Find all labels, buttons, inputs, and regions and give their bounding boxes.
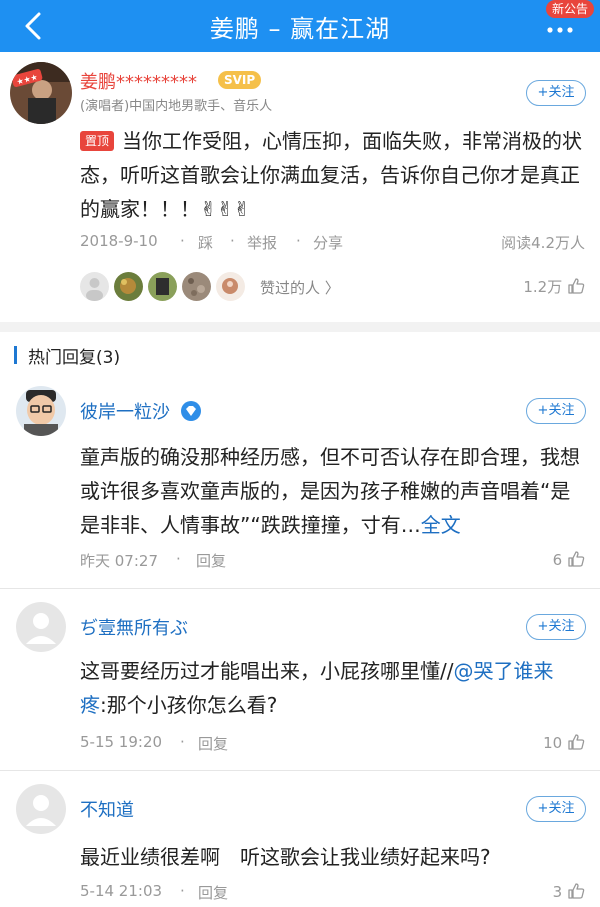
reply-button[interactable]: 回复 [196, 550, 226, 571]
hot-replies-header: 热门回复(3) [0, 340, 600, 370]
reply-meta: 昨天 07:27 · 回复 6 [80, 550, 585, 572]
reply-author-name[interactable]: 不知道 [80, 796, 134, 822]
separator-dot: · [230, 232, 235, 250]
author-description: (演唱者)中国内地男歌手、音乐人 [80, 99, 273, 114]
liker-avatar[interactable] [114, 272, 143, 301]
liker-avatar[interactable] [182, 272, 211, 301]
separator-dot: · [180, 232, 185, 250]
reply-like-count[interactable]: 3 [553, 882, 585, 901]
follow-button[interactable]: +关注 [526, 614, 586, 640]
reply-avatar[interactable] [16, 784, 66, 834]
reply-separator [0, 770, 600, 771]
top-nav-bar: 姜鹏 – 赢在江湖 新公告 [0, 0, 600, 52]
reply-text: 这哥要经历过才能唱出来，小屁孩哪里懂//@哭了谁来疼:那个小孩你怎么看? [80, 659, 554, 717]
reply-text: 童声版的确没那种经历感，但不可否认存在即合理，我想或许很多喜欢童声版的，是因为孩… [80, 445, 580, 537]
separator-dot: · [180, 882, 185, 900]
main-post: ★★★ 姜鹏********* SVIP (演唱者)中国内地男歌手、音乐人 +关… [0, 52, 600, 322]
reply-like-count[interactable]: 10 [543, 733, 585, 752]
chevron-right-icon: 〉 [324, 279, 340, 297]
post-content: 置顶 当你工作受阻，心情压抑，面临失败，非常消极的状态，听听这首歌会让你满血复活，… [80, 124, 590, 226]
thumb-up-icon [568, 278, 585, 294]
reply-author-name[interactable]: 彼岸一粒沙 [80, 398, 202, 424]
read-count: 阅读4.2万人 [501, 234, 585, 252]
reply-time: 5-15 19:20 [80, 733, 163, 751]
reply-time: 5-14 21:03 [80, 882, 163, 900]
liker-avatar[interactable] [148, 272, 177, 301]
follow-button[interactable]: +关注 [526, 398, 586, 424]
reply-button[interactable]: 回复 [198, 733, 228, 754]
default-avatar-icon [16, 602, 66, 652]
reply-text: 最近业绩很差啊 听这歌会让我业绩好起来吗? [80, 845, 491, 869]
full-text-link[interactable]: 全文 [421, 513, 461, 537]
reply-like-count[interactable]: 6 [553, 550, 585, 569]
report-button[interactable]: 举报 [247, 232, 277, 253]
reply-item: ぢ壹無所有ぶ +关注 这哥要经历过才能唱出来，小屁孩哪里懂//@哭了谁来疼:那个… [0, 596, 600, 766]
liker-avatar[interactable] [80, 272, 109, 301]
thumb-up-icon [568, 883, 585, 899]
likers-row[interactable]: 赞过的人 〉 1.2万 [80, 272, 585, 304]
follow-button[interactable]: +关注 [526, 80, 586, 106]
reply-meta: 5-14 21:03 · 回复 3 [80, 882, 585, 904]
reply-item: 彼岸一粒沙 +关注 童声版的确没那种经历感，但不可否认存在即合理，我想或许很多喜… [0, 380, 600, 580]
avatar-image: ★★★ [10, 62, 72, 124]
reply-time: 昨天 07:27 [80, 552, 158, 570]
page-title: 姜鹏 – 赢在江湖 [209, 15, 391, 43]
avatar-image [16, 386, 66, 436]
follow-button[interactable]: +关注 [526, 796, 586, 822]
svip-badge: SVIP [218, 71, 262, 89]
liked-by-link[interactable]: 赞过的人 〉 [260, 277, 340, 298]
post-meta: 2018-9-10 · 踩 · 举报 · 分享 阅读4.2万人 [80, 232, 585, 254]
new-notice-badge[interactable]: 新公告 [545, 0, 594, 18]
post-text: 当你工作受阻，心情压抑，面临失败，非常消极的状态，听听这首歌会让你满血复活，告诉… [80, 129, 583, 221]
author-avatar[interactable]: ★★★ [10, 62, 72, 124]
reply-avatar[interactable] [16, 386, 66, 436]
liker-avatar[interactable] [216, 272, 245, 301]
step-button[interactable]: 踩 [198, 232, 213, 253]
post-date: 2018-9-10 [80, 232, 158, 250]
separator-dot: · [296, 232, 301, 250]
separator-dot: · [176, 550, 181, 568]
reply-meta: 5-15 19:20 · 回复 10 [80, 733, 585, 755]
section-accent-bar [14, 346, 17, 364]
reply-avatar[interactable] [16, 602, 66, 652]
author-name[interactable]: 姜鹏********* [80, 68, 197, 94]
section-divider [0, 322, 600, 332]
hot-replies-title: 热门回复(3) [28, 348, 121, 368]
separator-dot: · [180, 733, 185, 751]
reply-author-name[interactable]: ぢ壹無所有ぶ [80, 614, 188, 640]
reply-separator [0, 588, 600, 589]
reply-item: 不知道 +关注 最近业绩很差啊 听这歌会让我业绩好起来吗? 5-14 21:03… [0, 778, 600, 907]
default-avatar-icon [16, 784, 66, 834]
thumb-up-icon [568, 551, 585, 567]
diamond-vip-icon [180, 401, 201, 421]
post-like-count[interactable]: 1.2万 [523, 276, 585, 297]
share-button[interactable]: 分享 [313, 232, 343, 253]
pinned-tag: 置顶 [80, 131, 115, 151]
thumb-up-icon [568, 734, 585, 750]
reply-button[interactable]: 回复 [198, 882, 228, 903]
